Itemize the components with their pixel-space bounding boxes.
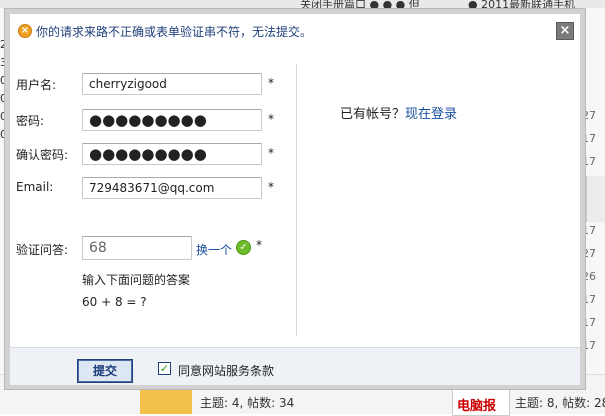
email-label: Email: (16, 180, 54, 194)
forum-stats: 主题: 4, 帖数: 34 (200, 396, 295, 410)
login-prompt-text: 已有帐号？ (340, 107, 406, 122)
column-divider (296, 64, 297, 336)
username-field[interactable]: cherryzigood (82, 73, 262, 95)
required-mark: * (268, 112, 274, 126)
forum-logo-text: 电脑报 (457, 399, 497, 414)
background-side-badge (586, 176, 605, 222)
register-dialog: × 你的请求来路不正确或表单验证串不符，无法提交。 × 用户名: cherryz… (10, 14, 580, 385)
forum-stats: 主题: 8, 帖数: 28 (515, 396, 605, 410)
login-prompt: 已有帐号？现在登录 (340, 103, 457, 122)
captcha-hint: 输入下面问题的答案 (82, 273, 191, 287)
email-field[interactable]: 729483671@qq.com (82, 177, 262, 199)
confirm-password-label: 确认密码: (16, 148, 69, 162)
close-button[interactable]: × (556, 22, 574, 40)
check-ok-icon: ✓ (236, 240, 251, 255)
captcha-label: 验证问答: (16, 243, 69, 257)
password-label: 密码: (16, 114, 45, 128)
submit-button[interactable]: 提交 (77, 359, 133, 383)
agree-terms-label[interactable]: 同意网站服务条款 (178, 362, 274, 379)
required-mark: * (268, 180, 274, 194)
captcha-answer-field[interactable]: 68 (82, 236, 192, 260)
dialog-footer: 提交 ✓ 同意网站服务条款 (10, 347, 580, 385)
error-icon: × (18, 24, 32, 38)
register-dialog-frame: × 你的请求来路不正确或表单验证串不符，无法提交。 × 用户名: cherryz… (4, 8, 586, 390)
username-label: 用户名: (16, 78, 57, 92)
error-message: 你的请求来路不正确或表单验证串不符，无法提交。 (36, 25, 313, 39)
login-link[interactable]: 现在登录 (405, 107, 457, 122)
confirm-password-field[interactable]: ●●●●●●●●● (82, 143, 262, 165)
agree-terms-checkbox[interactable]: ✓ (158, 362, 171, 375)
error-message-bar: × 你的请求来路不正确或表单验证串不符，无法提交。 × (10, 14, 580, 46)
required-mark: * (256, 238, 262, 252)
captcha-question: 60 + 8 = ? (82, 295, 147, 309)
password-field[interactable]: ●●●●●●●●● (82, 109, 262, 131)
change-question-link[interactable]: 换一个 (196, 241, 232, 258)
required-mark: * (268, 146, 274, 160)
required-mark: * (268, 76, 274, 90)
